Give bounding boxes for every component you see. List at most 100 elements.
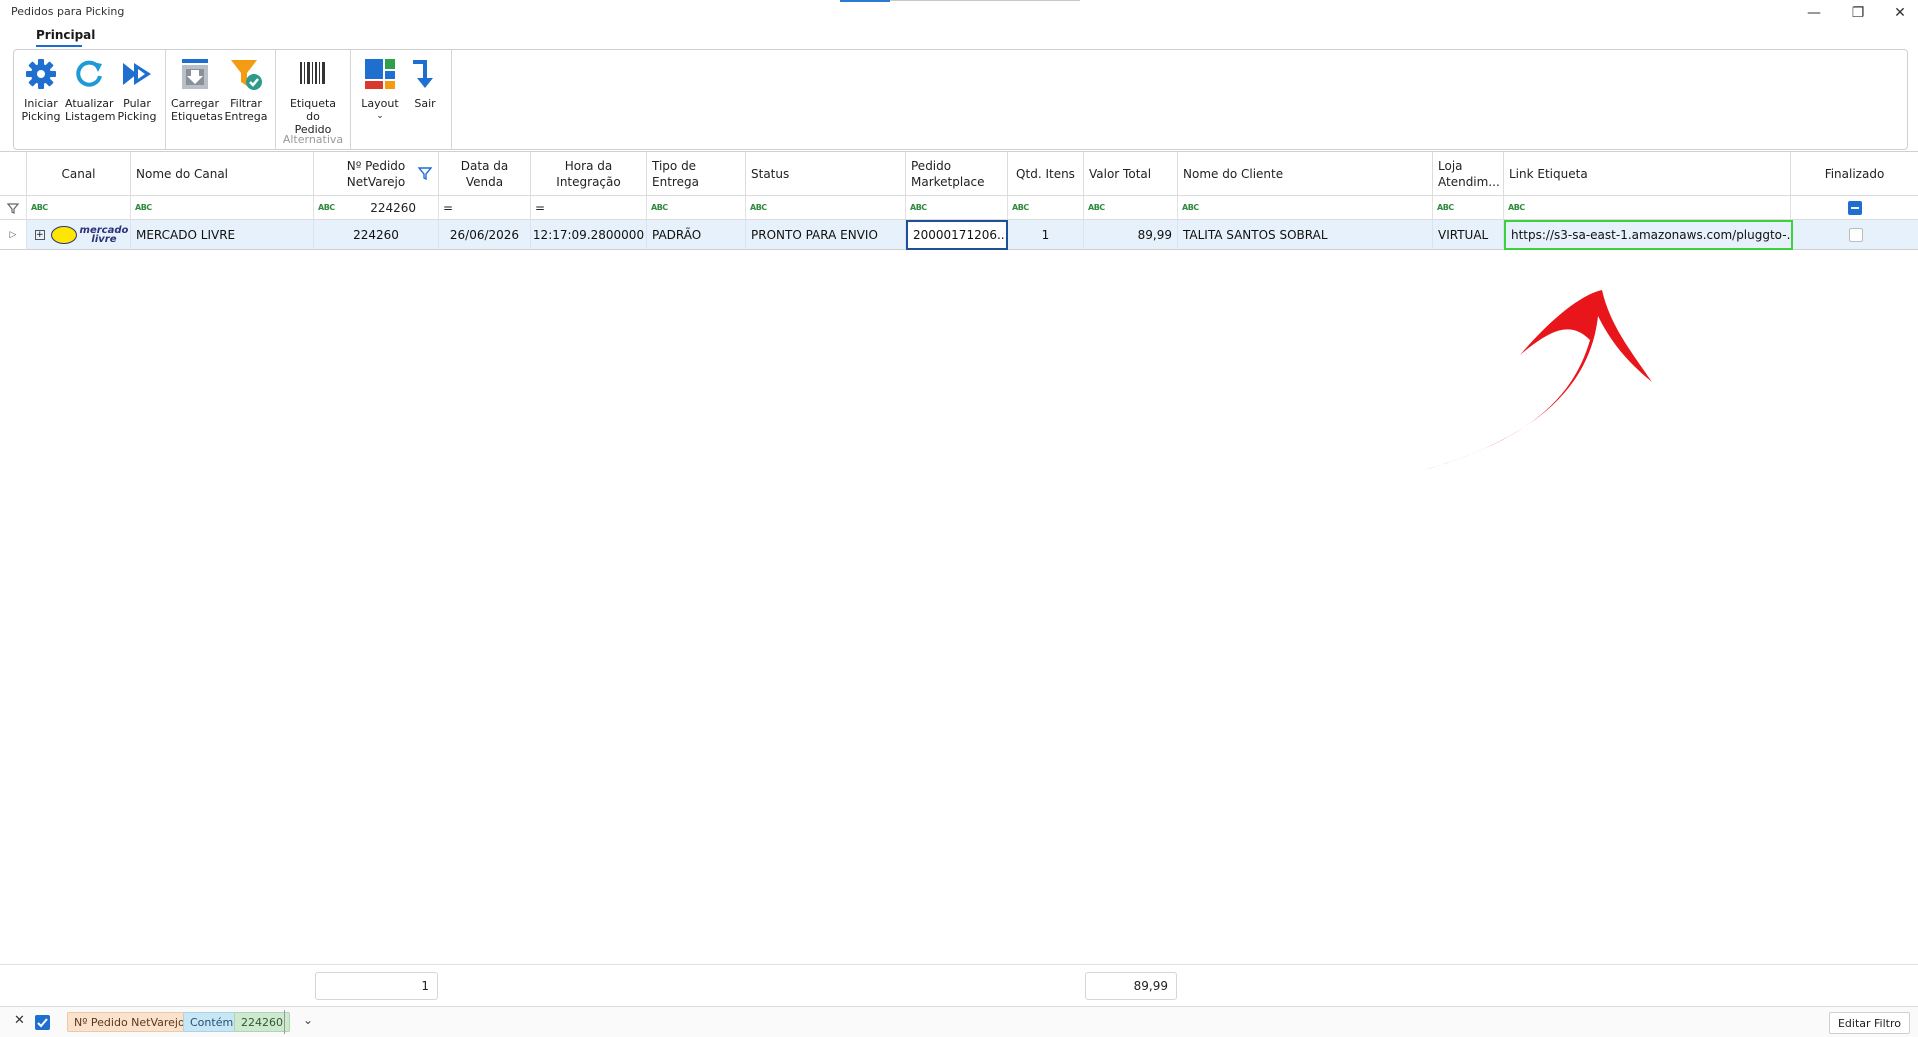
filter-nome-cliente[interactable]: ABC <box>1178 196 1433 220</box>
row-expand-arrow-icon[interactable]: ▷ <box>0 220 27 250</box>
header-loja-label: Loja Atendim... <box>1438 158 1500 189</box>
filter-pedido-value[interactable]: 224260 <box>370 201 416 215</box>
table-cell-nome-canal[interactable]: MERCADO LIVRE <box>131 220 314 250</box>
filter-canal[interactable]: ABC <box>27 196 131 220</box>
table-cell-status[interactable]: PRONTO PARA ENVIO <box>746 220 906 250</box>
layout-button[interactable]: Layout ⌄ <box>356 56 404 123</box>
filter-qtd-itens[interactable]: ABC <box>1008 196 1084 220</box>
filter-valor-total[interactable]: ABC <box>1084 196 1178 220</box>
header-nome-canal-label: Nome do Canal <box>136 166 229 181</box>
filter-link-etiqueta[interactable]: ABC <box>1504 196 1791 220</box>
table-cell-pedido-marketplace[interactable]: 20000171206... <box>906 220 1008 250</box>
tab-underline <box>36 45 82 47</box>
restore-button[interactable]: ❐ <box>1840 2 1876 24</box>
filter-status[interactable]: ABC <box>746 196 906 220</box>
iniciar-picking-button[interactable]: Iniciar Picking <box>17 56 65 123</box>
filtrar-entrega-button[interactable]: Filtrar Entrega <box>222 56 270 123</box>
filter-pedido-netvarejo[interactable]: ABC 224260 <box>314 196 439 220</box>
summary-bar: 1 89,99 <box>0 964 1918 1006</box>
header-nome-cliente[interactable]: Nome do Cliente <box>1178 152 1433 196</box>
sair-button[interactable]: Sair <box>401 56 449 110</box>
table-cell-finalizado[interactable] <box>1793 220 1918 250</box>
header-pedido-netvarejo[interactable]: Nº Pedido NetVarejo <box>314 152 439 196</box>
header-valor-total[interactable]: Valor Total <box>1084 152 1178 196</box>
header-finalizado[interactable]: Finalizado <box>1791 152 1918 196</box>
header-indicator <box>0 152 27 196</box>
atualizar-listagem-label: Atualizar Listagem <box>65 97 116 123</box>
atualizar-listagem-button[interactable]: Atualizar Listagem <box>65 56 116 123</box>
table-row-canal[interactable]: + mercado livre <box>27 220 131 250</box>
title-accent <box>840 0 890 2</box>
filter-chip-operator[interactable]: Contém <box>183 1012 241 1032</box>
header-pedido-netvarejo-label: Nº Pedido NetVarejo <box>346 158 406 189</box>
table-cell-tipo-entrega[interactable]: PADRÃO <box>647 220 746 250</box>
header-status[interactable]: Status <box>746 152 906 196</box>
filter-hora-integracao[interactable]: = <box>531 196 647 220</box>
row-expand-plus-icon[interactable]: + <box>35 229 45 240</box>
exit-arrow-icon <box>413 60 433 88</box>
ribbon-group-alternativa: Etiqueta do Pedido Alternativa <box>276 50 351 149</box>
filter-abc-icon: ABC <box>1088 203 1105 212</box>
filter-enabled-checkbox[interactable] <box>35 1015 50 1030</box>
filter-abc-icon: ABC <box>135 203 152 212</box>
close-button[interactable]: ✕ <box>1882 2 1918 24</box>
table-cell-pedido-netvarejo[interactable]: 224260 <box>314 220 439 250</box>
header-canal[interactable]: Canal <box>27 152 131 196</box>
checkmark-icon <box>37 1018 48 1028</box>
red-annotation-arrow <box>1424 290 1652 470</box>
table-cell-nome-cliente[interactable]: TALITA SANTOS SOBRAL <box>1178 220 1433 250</box>
column-filter-icon[interactable] <box>418 166 432 180</box>
refresh-icon <box>76 60 102 87</box>
header-loja[interactable]: Loja Atendim... <box>1433 152 1504 196</box>
table-cell-link-etiqueta[interactable]: https://s3-sa-east-1.amazonaws.com/plugg… <box>1504 220 1793 250</box>
filter-chip-field[interactable]: Nº Pedido NetVarejo <box>67 1012 192 1032</box>
header-qtd-itens[interactable]: Qtd. Itens <box>1008 152 1084 196</box>
filter-row-icon-cell <box>0 196 27 220</box>
filter-equals-icon: = <box>443 200 454 215</box>
filter-abc-icon: ABC <box>1437 203 1454 212</box>
filter-equals-icon: = <box>535 200 546 215</box>
filter-finalizado-indeterminate-checkbox[interactable] <box>1847 200 1862 215</box>
filter-abc-icon: ABC <box>910 203 927 212</box>
table-cell-qtd-itens[interactable]: 1 <box>1008 220 1084 250</box>
filter-chip-value[interactable]: 224260 <box>234 1012 290 1032</box>
minimize-button[interactable]: — <box>1796 2 1832 24</box>
pular-picking-button[interactable]: Pular Picking <box>113 56 161 123</box>
indeterminate-dash-icon <box>1850 206 1859 209</box>
layout-dropdown-icon[interactable]: ⌄ <box>356 110 404 123</box>
table-cell-data-venda[interactable]: 26/06/2026 <box>439 220 531 250</box>
tab-principal[interactable]: Principal <box>36 28 95 42</box>
filter-loja[interactable]: ABC <box>1433 196 1504 220</box>
header-hora-integracao[interactable]: Hora da Integração <box>531 152 647 196</box>
finalizado-checkbox[interactable] <box>1848 227 1863 242</box>
edit-filter-button[interactable]: Editar Filtro <box>1828 1012 1910 1034</box>
header-nome-canal[interactable]: Nome do Canal <box>131 152 314 196</box>
filter-nome-canal[interactable]: ABC <box>131 196 314 220</box>
skip-forward-icon <box>123 63 151 85</box>
filter-check-icon <box>231 60 262 90</box>
etiqueta-pedido-button[interactable]: Etiqueta do Pedido <box>289 56 337 136</box>
header-tipo-entrega[interactable]: Tipo de Entrega <box>647 152 746 196</box>
header-link-etiqueta[interactable]: Link Etiqueta <box>1504 152 1791 196</box>
filter-data-venda[interactable]: = <box>439 196 531 220</box>
mercado-livre-logo: mercado livre <box>50 225 128 244</box>
filter-history-dropdown-icon[interactable]: ⌄ <box>303 1013 313 1027</box>
filter-abc-icon: ABC <box>1012 203 1029 212</box>
table-cell-valor-total[interactable]: 89,99 <box>1084 220 1178 250</box>
layout-icon <box>365 59 395 89</box>
clear-filter-close-icon[interactable]: ✕ <box>14 1013 25 1028</box>
filter-abc-icon: ABC <box>31 203 48 212</box>
filter-divider <box>284 1010 285 1034</box>
carregar-etiquetas-button[interactable]: Carregar Etiquetas <box>171 56 223 123</box>
filter-finalizado[interactable] <box>1791 196 1918 220</box>
ribbon-group-etiquetas: Carregar Etiquetas Filtrar Entrega <box>166 50 276 149</box>
gear-icon <box>26 59 56 89</box>
header-hora-integracao-label: Hora da Integração <box>556 158 621 189</box>
header-pedido-marketplace[interactable]: Pedido Marketplace <box>906 152 1008 196</box>
header-data-venda[interactable]: Data da Venda <box>439 152 531 196</box>
carregar-etiquetas-label: Carregar Etiquetas <box>171 97 223 123</box>
table-cell-hora-integracao[interactable]: 12:17:09.2800000 <box>531 220 647 250</box>
filter-tipo-entrega[interactable]: ABC <box>647 196 746 220</box>
filter-pedido-marketplace[interactable]: ABC <box>906 196 1008 220</box>
table-cell-loja[interactable]: VIRTUAL <box>1433 220 1504 250</box>
